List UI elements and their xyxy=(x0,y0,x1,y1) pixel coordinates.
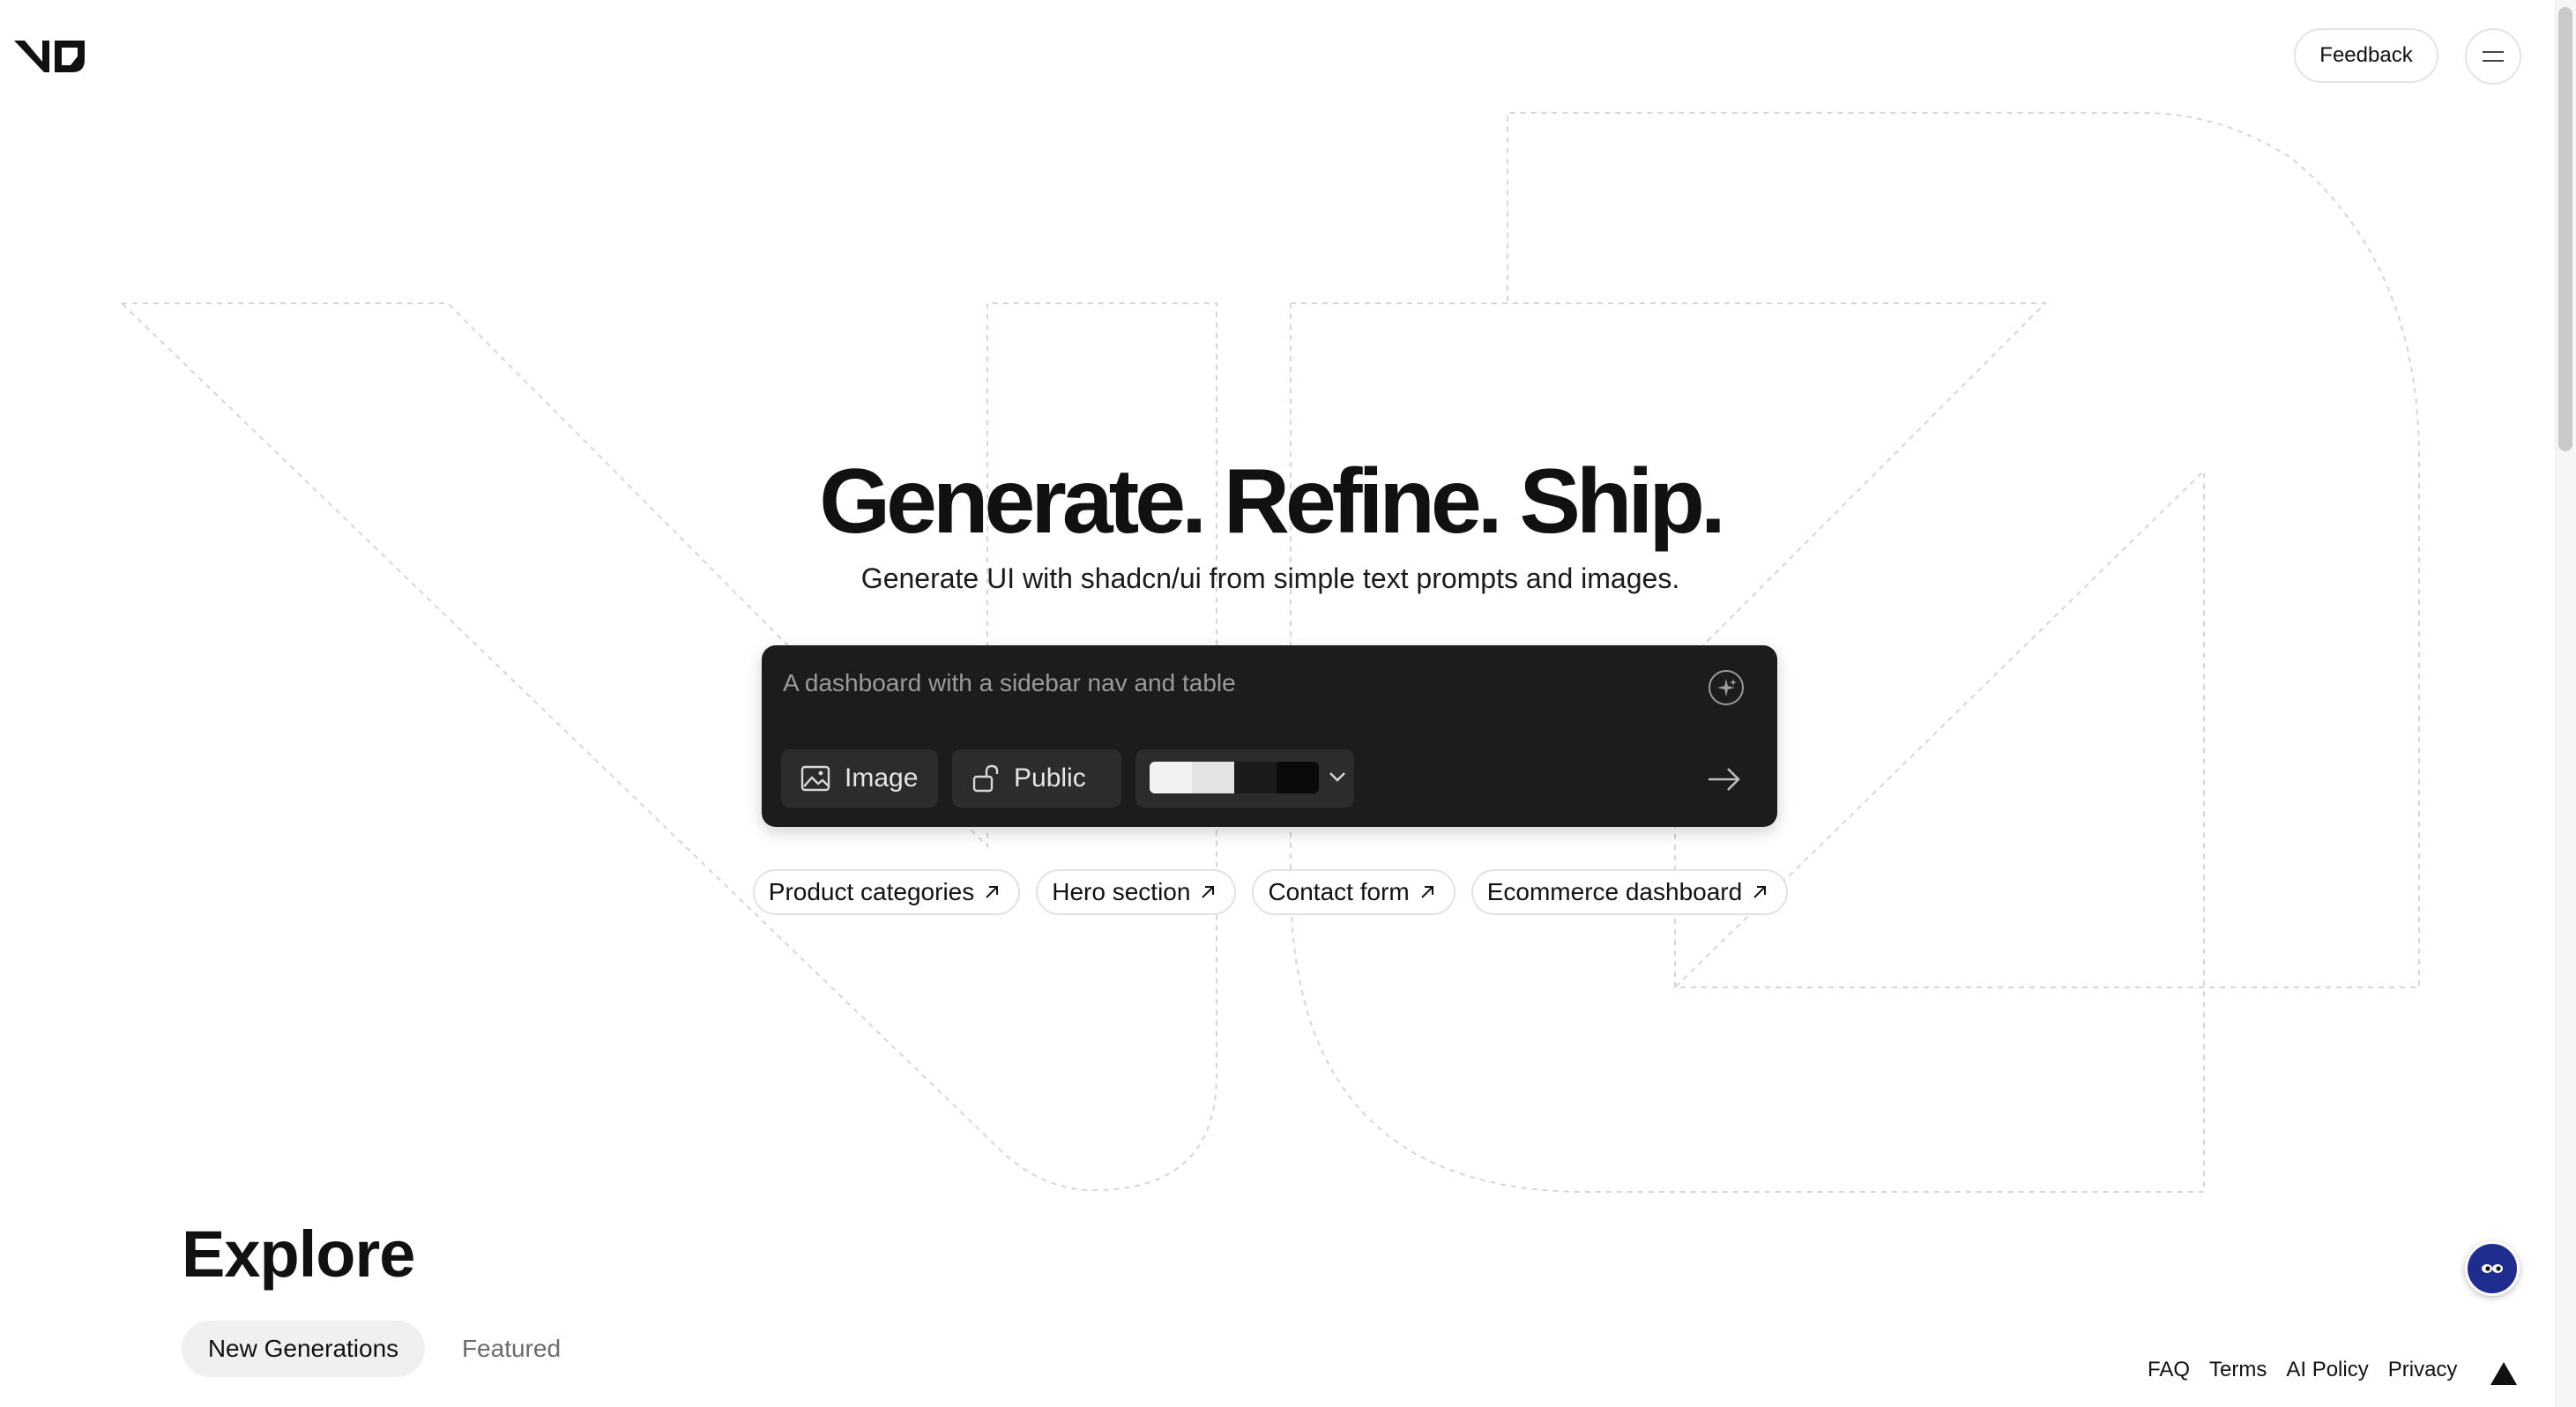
suggestion-chip[interactable]: Contact form xyxy=(1252,869,1456,915)
chat-widget-button[interactable] xyxy=(2465,1241,2520,1296)
theme-swatch-2 xyxy=(1192,762,1234,793)
explore-title: Explore xyxy=(182,1217,415,1291)
sparkle-icon[interactable] xyxy=(1707,668,1746,707)
scrollbar-thumb[interactable] xyxy=(2558,7,2572,451)
v0-logo-icon[interactable] xyxy=(14,35,86,76)
image-icon xyxy=(800,765,830,792)
arrow-up-right-icon xyxy=(1202,886,1215,898)
visibility-button-label: Public xyxy=(1014,763,1086,793)
hero-title: Generate. Refine. Ship. xyxy=(819,450,1726,553)
suggestion-chip-label: Contact form xyxy=(1268,878,1410,905)
suggestion-chip[interactable]: Hero section xyxy=(1036,869,1237,915)
unlock-icon xyxy=(972,764,999,793)
menu-button[interactable] xyxy=(2465,28,2521,85)
tab-new-generations[interactable]: New Generations xyxy=(182,1321,425,1377)
footer-links: FAQ Terms AI Policy Privacy xyxy=(2148,1358,2457,1382)
triangle-icon[interactable] xyxy=(2490,1361,2518,1386)
footer-link-terms[interactable]: Terms xyxy=(2209,1358,2267,1382)
footer-link-ai-policy[interactable]: AI Policy xyxy=(2286,1358,2368,1382)
prompt-box: Image Public xyxy=(762,645,1777,827)
arrow-up-right-icon xyxy=(1421,886,1433,898)
tab-featured[interactable]: Featured xyxy=(444,1321,578,1377)
suggestion-chips: Product categories Hero section Contact … xyxy=(0,869,2541,915)
theme-swatch-3 xyxy=(1234,762,1277,793)
image-upload-button[interactable]: Image xyxy=(781,749,938,808)
feedback-button[interactable]: Feedback xyxy=(2294,28,2438,83)
suggestion-chip-label: Product categories xyxy=(768,878,975,905)
arrow-up-right-icon xyxy=(1753,886,1767,898)
arrow-up-right-icon xyxy=(986,886,999,898)
eyes-icon xyxy=(2482,1264,2503,1273)
visibility-public-button[interactable]: Public xyxy=(952,749,1121,808)
image-button-label: Image xyxy=(845,763,919,793)
suggestion-chip-label: Ecommerce dashboard xyxy=(1486,878,1743,905)
arrow-right-icon[interactable] xyxy=(1705,760,1744,799)
hero-subtitle: Generate UI with shadcn/ui from simple t… xyxy=(860,562,1680,594)
prompt-input[interactable] xyxy=(781,663,1684,704)
menu-icon xyxy=(2483,51,2504,62)
theme-swatch-4 xyxy=(1277,762,1319,793)
suggestion-chip[interactable]: Ecommerce dashboard xyxy=(1470,869,1789,915)
suggestion-chip[interactable]: Product categories xyxy=(752,869,1021,915)
suggestion-chip-label: Hero section xyxy=(1052,878,1191,905)
theme-swatch-1 xyxy=(1150,762,1192,793)
footer-link-faq[interactable]: FAQ xyxy=(2148,1358,2190,1382)
footer-link-privacy[interactable]: Privacy xyxy=(2388,1358,2458,1382)
chevron-down-icon xyxy=(1329,772,1345,782)
